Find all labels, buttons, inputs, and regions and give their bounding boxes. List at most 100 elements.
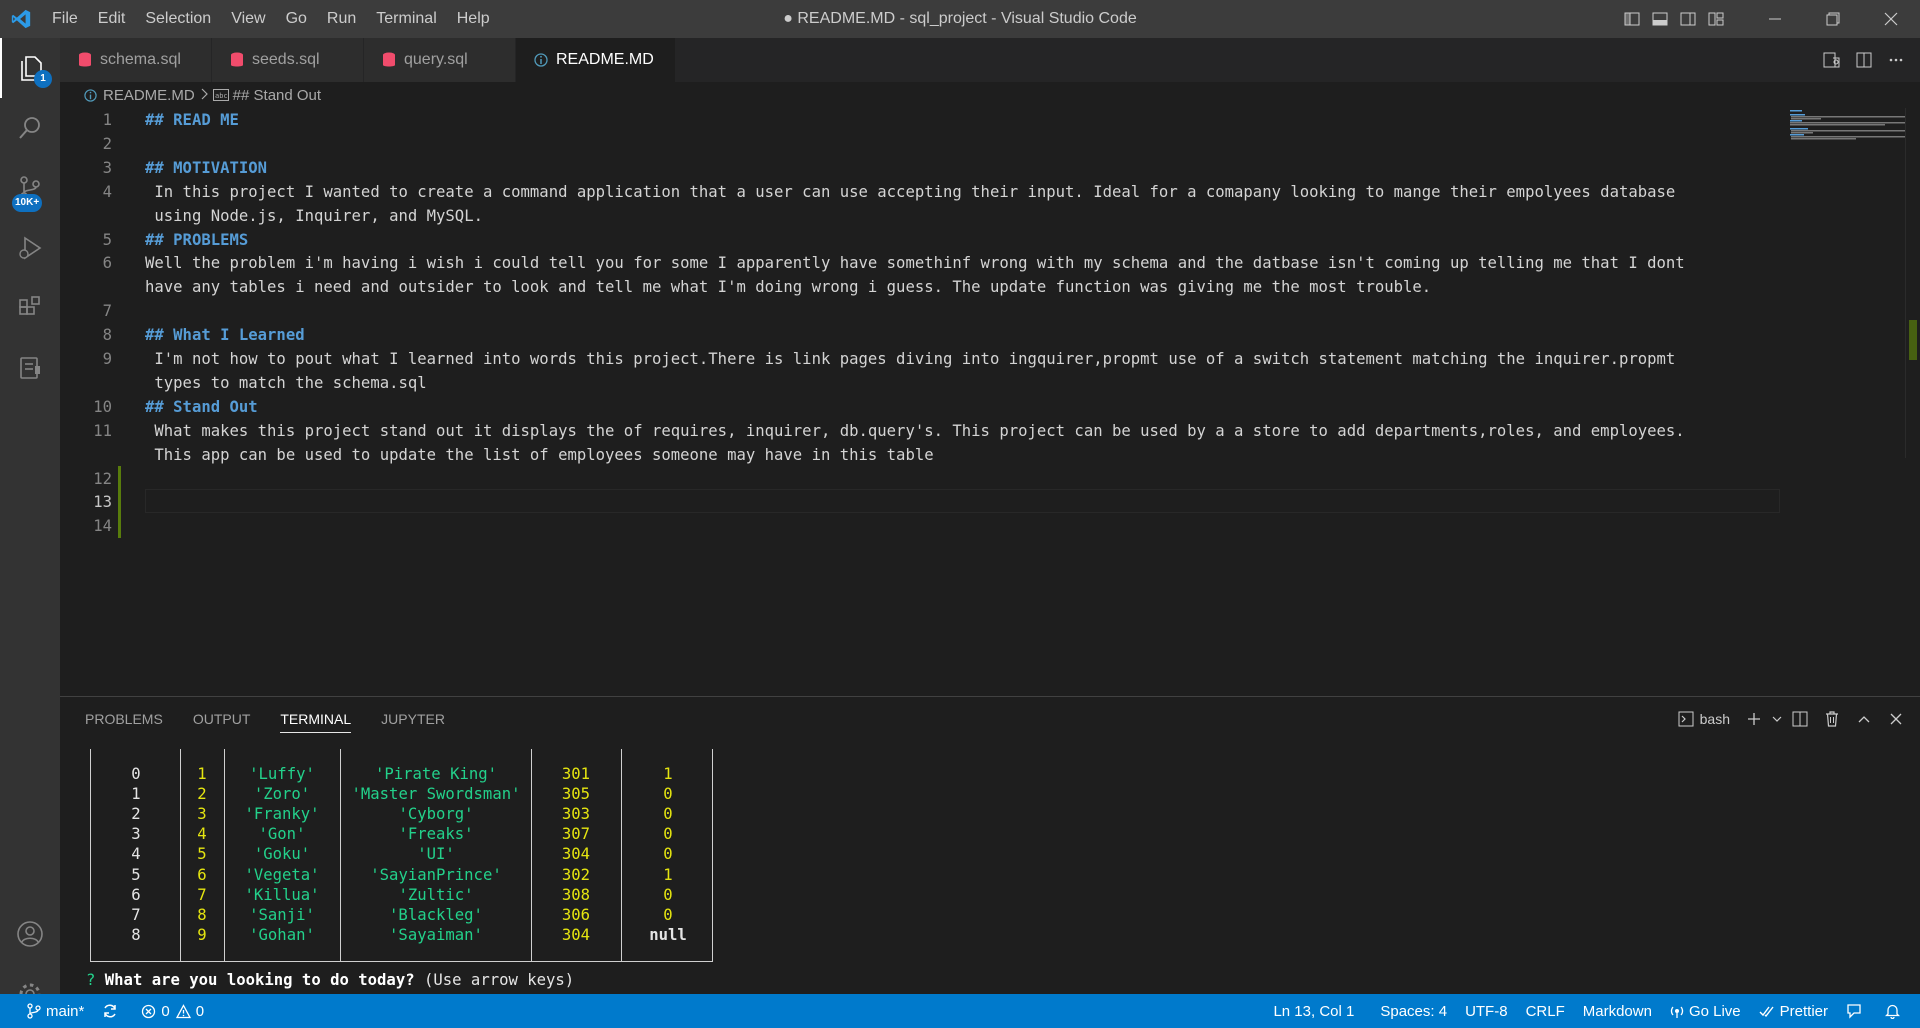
run-debug-icon[interactable] bbox=[0, 218, 60, 278]
breadcrumb-section[interactable]: ## Stand Out bbox=[233, 87, 321, 104]
table-cell-first-name: 'Zoro' bbox=[253, 785, 311, 803]
tab-problems[interactable]: PROBLEMS bbox=[85, 697, 163, 741]
restore-icon[interactable] bbox=[1804, 0, 1862, 38]
prompt-question: What are you looking to do today? bbox=[104, 971, 415, 989]
close-panel-icon[interactable] bbox=[1880, 713, 1912, 725]
menu-selection[interactable]: Selection bbox=[135, 0, 221, 38]
git-branch-status[interactable]: main* bbox=[18, 994, 93, 1028]
prettier-status[interactable]: Prettier bbox=[1750, 994, 1837, 1028]
editor-scrollbar[interactable] bbox=[1905, 108, 1919, 458]
toggle-primary-sidebar-icon[interactable] bbox=[1618, 0, 1646, 38]
tab-query-sql[interactable]: query.sql bbox=[364, 38, 516, 82]
terminal-prompt: ? What are you looking to do today? (Use… bbox=[86, 971, 574, 989]
line-number: 13 bbox=[93, 493, 112, 511]
open-preview-side-icon[interactable] bbox=[1816, 52, 1848, 68]
customize-layout-icon[interactable] bbox=[1702, 0, 1730, 38]
vscode-logo-icon bbox=[0, 0, 42, 38]
search-icon[interactable] bbox=[0, 98, 60, 158]
tab-label: README.MD bbox=[556, 51, 654, 68]
line-number: 4 bbox=[102, 183, 112, 201]
toggle-secondary-sidebar-icon[interactable] bbox=[1674, 0, 1702, 38]
feedback-icon[interactable] bbox=[1837, 994, 1876, 1028]
go-live-label: Go Live bbox=[1688, 1002, 1741, 1020]
double-check-icon bbox=[1759, 1006, 1774, 1018]
table-cell-manager-id: 1 bbox=[663, 866, 673, 884]
extensions-icon[interactable] bbox=[0, 278, 60, 338]
notifications-bell-icon[interactable] bbox=[1876, 994, 1914, 1028]
tab-terminal[interactable]: TERMINAL bbox=[280, 697, 351, 741]
menu-go[interactable]: Go bbox=[276, 0, 317, 38]
language-mode[interactable]: Markdown bbox=[1574, 994, 1661, 1028]
new-terminal-plus-icon[interactable] bbox=[1738, 712, 1770, 726]
branch-name: main* bbox=[46, 1002, 85, 1020]
database-icon bbox=[78, 52, 92, 68]
text-line: I'm not how to pout what I learned into … bbox=[145, 350, 1676, 368]
text-line: In this project I wanted to create a com… bbox=[145, 183, 1676, 201]
table-cell-first-name: 'Luffy' bbox=[249, 765, 315, 783]
error-count: 0 bbox=[161, 1002, 170, 1020]
terminal-shell-selector[interactable]: bash bbox=[1678, 711, 1730, 727]
source-control-icon[interactable]: 10K+ bbox=[0, 158, 60, 218]
editor-area[interactable]: 1 ## READ ME 2 3 ## MOTIVATION 4 In this proj… bbox=[60, 108, 1920, 696]
problems-status[interactable]: 0 0 bbox=[132, 994, 213, 1028]
trash-icon[interactable] bbox=[1816, 711, 1848, 727]
explorer-icon[interactable]: 1 bbox=[0, 38, 60, 98]
more-actions-icon[interactable] bbox=[1880, 52, 1912, 68]
line-number: 7 bbox=[102, 302, 112, 320]
close-window-icon[interactable] bbox=[1862, 0, 1920, 38]
markdown-heading: ## READ ME bbox=[145, 111, 239, 129]
toggle-panel-icon[interactable] bbox=[1646, 0, 1674, 38]
svg-text:abc: abc bbox=[215, 92, 228, 100]
eol-status[interactable]: CRLF bbox=[1517, 994, 1574, 1028]
tab-jupyter[interactable]: JUPYTER bbox=[381, 697, 445, 741]
tab-readme-md[interactable]: README.MD bbox=[516, 38, 676, 82]
split-terminal-icon[interactable] bbox=[1784, 711, 1816, 727]
menu-edit[interactable]: Edit bbox=[88, 0, 136, 38]
table-cell-manager-id: 0 bbox=[663, 825, 673, 843]
table-cell-first-name: 'Gon' bbox=[258, 825, 306, 843]
breadcrumb-file[interactable]: README.MD bbox=[103, 87, 195, 104]
line-number: 9 bbox=[102, 350, 112, 368]
remote-explorer-icon[interactable] bbox=[0, 338, 60, 398]
line-number: 14 bbox=[93, 517, 112, 535]
breadcrumb: README.MD abc ## Stand Out bbox=[60, 82, 1920, 108]
database-icon bbox=[382, 52, 396, 68]
table-cell-first-name: 'Sanji' bbox=[249, 906, 315, 924]
table-cell-manager-id: null bbox=[649, 926, 687, 944]
line-number: 5 bbox=[102, 231, 112, 249]
warning-count: 0 bbox=[195, 1002, 205, 1020]
split-editor-icon[interactable] bbox=[1848, 52, 1880, 68]
maximize-panel-icon[interactable] bbox=[1848, 715, 1880, 723]
info-icon bbox=[534, 53, 548, 67]
minimap[interactable] bbox=[1790, 108, 1910, 148]
tab-seeds-sql[interactable]: seeds.sql bbox=[212, 38, 364, 82]
line-number: 12 bbox=[93, 470, 112, 488]
menu-help[interactable]: Help bbox=[447, 0, 500, 38]
encoding-status[interactable]: UTF-8 bbox=[1456, 994, 1517, 1028]
markdown-heading: ## Stand Out bbox=[145, 398, 258, 416]
line-number: 11 bbox=[93, 422, 112, 440]
sync-icon[interactable] bbox=[93, 994, 132, 1028]
go-live-button[interactable]: Go Live bbox=[1661, 994, 1750, 1028]
text-line: Well the problem i'm having i wish i cou… bbox=[145, 254, 1685, 272]
table-cell-manager-id: 1 bbox=[663, 765, 673, 783]
table-cell-first-name: 'Gohan' bbox=[249, 926, 315, 944]
minimize-icon[interactable] bbox=[1746, 0, 1804, 38]
tab-schema-sql[interactable]: schema.sql bbox=[60, 38, 212, 82]
info-icon bbox=[84, 88, 97, 102]
text-line: using Node.js, Inquirer, and MySQL. bbox=[145, 207, 483, 225]
menu-file[interactable]: File bbox=[42, 0, 88, 38]
table-cell-manager-id: 0 bbox=[663, 805, 673, 823]
chevron-down-icon[interactable] bbox=[1770, 715, 1784, 723]
indentation-status[interactable]: Spaces: 4 bbox=[1371, 994, 1456, 1028]
menu-run[interactable]: Run bbox=[317, 0, 366, 38]
line-number: 8 bbox=[102, 326, 112, 344]
tab-output[interactable]: OUTPUT bbox=[193, 697, 251, 741]
menu-terminal[interactable]: Terminal bbox=[366, 0, 446, 38]
table-cell-first-name: 'Vegeta' bbox=[244, 866, 320, 884]
tab-label: query.sql bbox=[404, 51, 468, 68]
broadcast-icon bbox=[1670, 1006, 1684, 1018]
text-line: What makes this project stand out it dis… bbox=[145, 422, 1685, 440]
menu-view[interactable]: View bbox=[221, 0, 275, 38]
cursor-position[interactable]: Ln 13, Col 1 bbox=[1264, 994, 1363, 1028]
